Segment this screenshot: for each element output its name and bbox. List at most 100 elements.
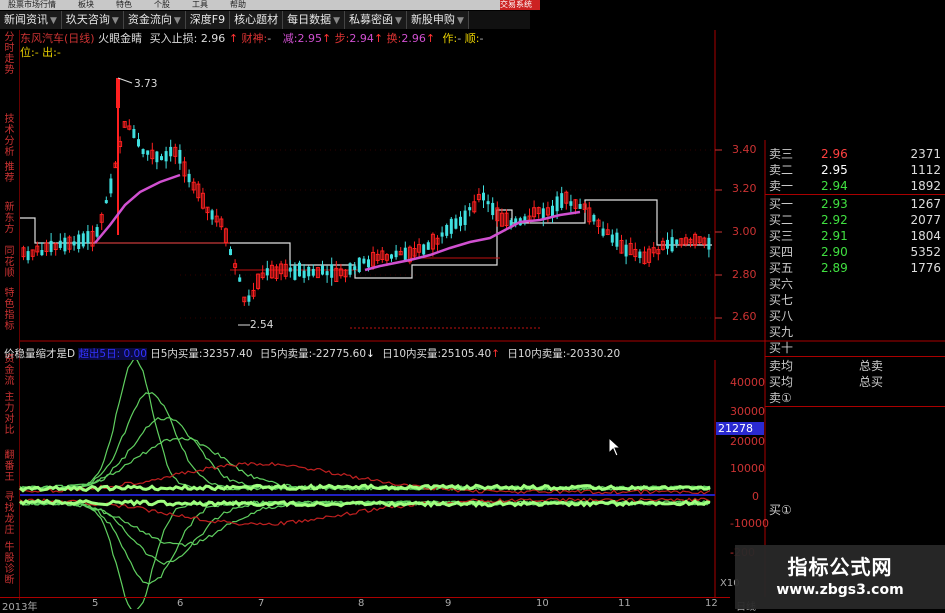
candle-body [555,196,559,212]
tab-private-fund[interactable]: 私募密函 ▼ [345,11,407,29]
mouse-pointer-icon [608,437,622,457]
candle-body [247,295,251,302]
buy-level-3[interactable]: 买三 2.91 1804 [765,228,945,244]
ob-level-label: 买十 [769,341,794,355]
candle-body [440,232,444,237]
candle-body [67,236,72,250]
tab-fund-flow[interactable]: 资金流向 ▼ [123,11,186,29]
candle-body [624,244,628,257]
menu-item[interactable]: 工具 [192,0,208,10]
buy-level-10[interactable]: 买十 [765,340,945,356]
candle-body [311,268,315,276]
ob-price: 2.89 [821,261,848,275]
total-buy-label: 总买 [859,375,884,389]
candle-body [256,273,261,289]
rail-technical[interactable]: 技术分析 [2,114,17,158]
tab-news[interactable]: 新闻资讯 ▼ [0,11,62,29]
buy-level-4[interactable]: 买四 2.90 5352 [765,244,945,260]
sub-badge: 超出5日: 0.00 [78,348,147,360]
chevron-down-icon: ▼ [50,16,57,26]
buy-level-6[interactable]: 买六 [765,276,945,292]
date-tick: 11 [618,598,631,609]
down-arrow-icon: ↓ [366,348,375,360]
trade-system-button[interactable]: 交易系统 [500,0,540,10]
candle-body [362,258,366,264]
candle-body [30,249,35,257]
candle-body [660,240,665,250]
divider [765,356,945,357]
rail-intraday[interactable]: 分时走势 [2,32,17,78]
tab-bar: 新闻资讯 ▼ 玖天咨询 ▼ 资金流向 ▼ 深度F9 核心题材 每日数据 ▼ 私募密函 ▼ … [0,11,530,29]
candle-body [582,203,587,210]
sell-level-2[interactable]: 卖二 2.95 1112 [765,162,945,178]
menu-item[interactable]: 个股 [154,0,170,10]
tab-f9[interactable]: 深度F9 [185,11,231,29]
candle-body [122,121,127,128]
candle-body [615,232,619,247]
ob-price: 2.90 [821,245,848,259]
sub-indicator-name[interactable]: 价稳量缩才是D [4,348,75,360]
tab-label: 核心题材 [234,13,279,26]
candle-body [509,220,513,228]
candle-body [116,78,120,108]
y-axis-label: 2.80 [732,268,757,281]
candle-body [196,183,201,199]
sub-series-line [19,498,711,509]
y-axis-label: 3.00 [732,225,757,238]
candle-body [541,208,545,220]
buy-level-2[interactable]: 买二 2.92 2077 [765,212,945,228]
buy-level-1[interactable]: 买一 2.93 1267 [765,196,945,212]
rail-special-index[interactable]: 特色指标 [2,288,17,334]
tab-daily-data[interactable]: 每日数据 ▼ [283,11,346,29]
ob-price: 2.94 [821,179,848,193]
sub-series-line [19,437,711,491]
buy-level-5[interactable]: 买五 2.89 1776 [765,260,945,276]
ma-line [94,173,181,244]
buy-level-9[interactable]: 买九 [765,324,945,340]
candle-body [191,181,196,191]
menu-item[interactable]: 特色 [116,0,132,10]
candle-body [707,237,711,250]
candle-body [288,267,292,272]
candle-body [697,236,702,244]
candle-body [688,238,693,244]
candle-body [569,201,573,206]
buy-level-7[interactable]: 买七 [765,292,945,308]
rail-double-king[interactable]: 翻番王 [2,450,17,484]
buy-circle-row[interactable]: 买① [765,502,945,518]
menu-item[interactable]: 板块 [78,0,94,10]
divider [765,194,945,195]
candle-body [463,210,467,225]
sell-level-3[interactable]: 卖三 2.96 2371 [765,146,945,162]
candle-body [53,243,58,251]
sell-circle-row[interactable]: 卖① [765,390,945,406]
candle-body [564,191,569,204]
tab-jiutian[interactable]: 玖天咨询 ▼ [61,11,124,29]
rail-main-compare[interactable]: 主力对比 [2,392,17,436]
candle-body [628,243,633,256]
candle-body [205,206,210,214]
rail-new-oriental[interactable]: 新东方 [2,202,17,236]
rail-find-dealer[interactable]: 寻找龙庄 [2,492,17,538]
sub-series-line [19,497,711,526]
menu-item[interactable]: 帮助 [230,0,246,10]
buy-level-8[interactable]: 买八 [765,308,945,324]
sell-level-1[interactable]: 卖一 2.94 1892 [765,178,945,194]
candle-body [610,234,614,243]
bu-value: 2.94 [349,32,374,45]
sub-cursor-marker: 21278 [716,422,764,435]
huan-label: 换: [386,32,402,45]
sell5-label: 日5内卖量: [259,348,313,360]
rail-stock-diagnosis[interactable]: 牛股诊断 [2,542,17,588]
date-tick: 2013年 [2,602,38,613]
tab-core-topic[interactable]: 核心题材 [230,11,284,29]
candle-body [430,233,435,250]
rail-recommend[interactable]: 推荐 [2,162,17,184]
rail-ths[interactable]: 同花顺 [2,246,17,280]
menu-item[interactable]: 股票市场行情 [8,0,56,10]
candle-body [132,129,136,138]
tab-ipo[interactable]: 新股申购 ▼ [406,11,469,29]
candle-body [223,228,228,244]
candle-body [178,149,182,164]
candle-body [251,289,256,297]
